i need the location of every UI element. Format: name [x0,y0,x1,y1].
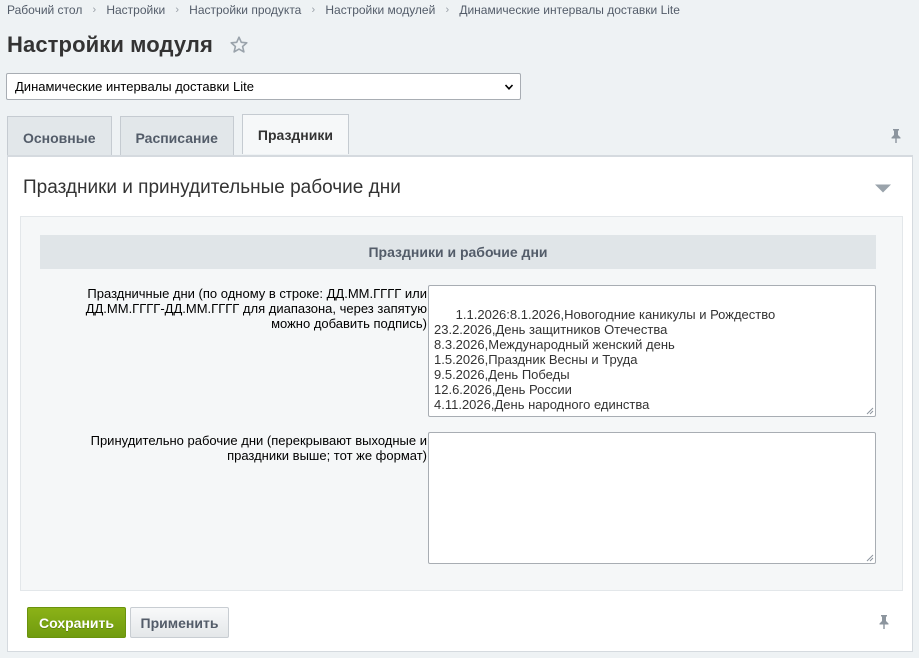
chevron-down-icon [504,84,514,90]
breadcrumb-item-current-module[interactable]: Динамические интервалы доставки Lite [459,3,680,17]
module-select-value: Динамические интервалы доставки Lite [15,79,254,94]
star-icon[interactable] [229,35,249,55]
breadcrumb-item-settings[interactable]: Настройки [106,3,165,17]
collapse-arrow-icon[interactable] [874,183,892,194]
holidays-textarea[interactable]: 1.1.2026:8.1.2026,Новогодние каникулы и … [428,285,876,417]
resize-grip-icon[interactable] [865,406,874,415]
workdays-label: Принудительно рабочие дни (перекрывают в… [90,433,427,463]
group-header: Праздники и рабочие дни [40,235,876,269]
tab-label: Расписание [135,130,218,146]
save-button[interactable]: Сохранить [27,607,126,638]
tab-general[interactable]: Основные [7,116,112,155]
section-title: Праздники и принудительные рабочие дни [23,177,401,198]
tab-label: Основные [23,130,96,146]
title-row: Настройки модуля [7,32,249,58]
breadcrumb: Рабочий стол › Настройки › Настройки про… [7,3,680,17]
resize-grip-icon[interactable] [865,553,874,562]
breadcrumb-item-product-settings[interactable]: Настройки продукта [189,3,301,17]
page-title: Настройки модуля [7,32,213,57]
breadcrumb-separator: › [92,4,97,16]
breadcrumb-item-module-settings[interactable]: Настройки модулей [325,3,435,17]
holidays-label: Праздничные дни (по одному в строке: ДД.… [85,286,427,331]
tab-bar: Основные Расписание Праздники [7,114,357,155]
breadcrumb-item-desktop[interactable]: Рабочий стол [7,3,82,17]
tab-schedule[interactable]: Расписание [119,116,234,155]
breadcrumb-separator: › [311,4,316,16]
workdays-textarea[interactable] [428,432,876,564]
breadcrumb-separator: › [445,4,450,16]
holidays-textarea-value: 1.1.2026:8.1.2026,Новогодние каникулы и … [434,307,776,412]
breadcrumb-separator: › [175,4,179,16]
pin-icon[interactable] [877,614,891,630]
tab-holidays[interactable]: Праздники [241,114,349,154]
form-area: Праздники и рабочие дни Праздничные дни … [20,216,903,591]
module-select[interactable]: Динамические интервалы доставки Lite [6,73,521,100]
pin-icon[interactable] [889,128,903,144]
settings-panel: Праздники и принудительные рабочие дни П… [7,155,913,652]
apply-button[interactable]: Применить [130,607,229,638]
tab-label: Праздники [257,126,333,143]
